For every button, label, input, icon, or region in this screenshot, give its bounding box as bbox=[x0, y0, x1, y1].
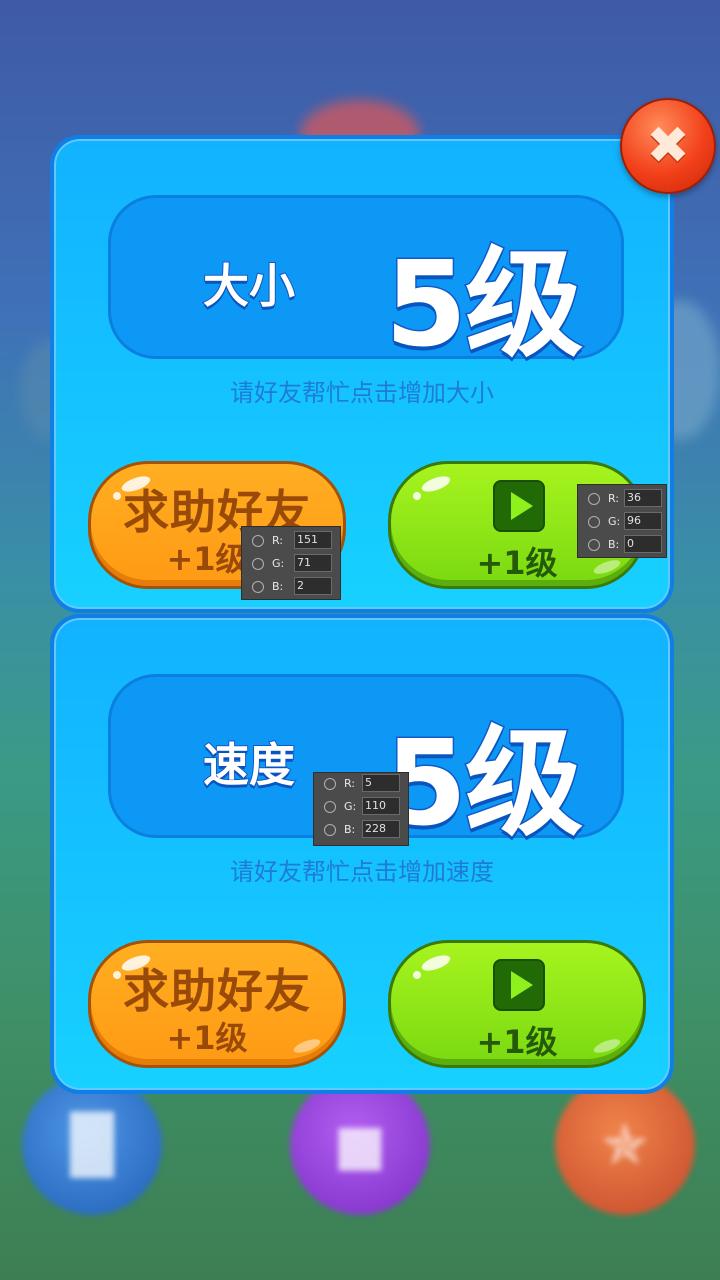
gloss-highlight bbox=[411, 969, 423, 981]
radio-icon[interactable] bbox=[324, 778, 336, 790]
speed-help-friend-button[interactable]: 求助好友 +1级 bbox=[88, 940, 346, 1068]
share-icon: ✯ bbox=[601, 1112, 649, 1178]
gloss-highlight bbox=[419, 952, 453, 974]
size-hint: 请好友帮忙点击增加大小 bbox=[230, 379, 494, 407]
picker-row-r: R: 5 bbox=[314, 774, 412, 794]
picker-value-g[interactable]: 96 bbox=[624, 512, 662, 530]
picker-label: G: bbox=[272, 557, 285, 570]
picker-row-g: G: 71 bbox=[242, 554, 340, 574]
picker-row-g: G: 96 bbox=[578, 512, 676, 532]
video-button-level: +1级 bbox=[476, 1023, 558, 1061]
color-picker-overlay: R: 36 G: 96 B: 0 bbox=[577, 484, 667, 558]
radio-icon[interactable] bbox=[588, 493, 600, 505]
picker-label: R: bbox=[344, 777, 356, 790]
picker-row-b: B: 228 bbox=[314, 820, 412, 840]
radio-icon[interactable] bbox=[252, 558, 264, 570]
picker-value-b[interactable]: 0 bbox=[624, 535, 662, 553]
picker-row-r: R: 151 bbox=[242, 531, 340, 551]
picker-value-g[interactable]: 71 bbox=[294, 554, 332, 572]
picker-row-b: B: 0 bbox=[578, 535, 676, 555]
picker-value-r[interactable]: 151 bbox=[294, 531, 332, 549]
picker-label: G: bbox=[608, 515, 621, 528]
color-picker-overlay: R: 5 G: 110 B: 228 bbox=[313, 772, 409, 846]
picker-value-r[interactable]: 5 bbox=[362, 774, 400, 792]
size-stat-name: 大小 bbox=[202, 258, 296, 314]
picker-value-b[interactable]: 2 bbox=[294, 577, 332, 595]
radio-icon[interactable] bbox=[252, 581, 264, 593]
color-picker-overlay: R: 151 G: 71 B: 2 bbox=[241, 526, 341, 600]
rank-button[interactable]: █ bbox=[22, 1075, 162, 1215]
rank-icon: █ bbox=[70, 1112, 114, 1178]
picker-label: G: bbox=[344, 800, 357, 813]
picker-row-g: G: 110 bbox=[314, 797, 412, 817]
picker-row-r: R: 36 bbox=[578, 489, 676, 509]
play-icon bbox=[493, 959, 545, 1011]
radio-icon[interactable] bbox=[324, 801, 336, 813]
help-button-label: 求助好友 bbox=[123, 964, 311, 1018]
gloss-highlight bbox=[411, 490, 423, 502]
shirt-icon: ■ bbox=[333, 1112, 387, 1178]
picker-value-r[interactable]: 36 bbox=[624, 489, 662, 507]
picker-label: B: bbox=[272, 580, 284, 593]
speed-level: 5级 bbox=[383, 713, 584, 854]
help-button-level: +1级 bbox=[166, 1019, 248, 1057]
skin-button[interactable]: ■ bbox=[290, 1075, 430, 1215]
picker-label: R: bbox=[272, 534, 284, 547]
picker-value-g[interactable]: 110 bbox=[362, 797, 400, 815]
radio-icon[interactable] bbox=[588, 539, 600, 551]
close-button[interactable]: ✖ bbox=[620, 98, 716, 194]
radio-icon[interactable] bbox=[588, 516, 600, 528]
gloss-highlight bbox=[419, 473, 453, 495]
picker-value-b[interactable]: 228 bbox=[362, 820, 400, 838]
picker-label: R: bbox=[608, 492, 620, 505]
picker-row-b: B: 2 bbox=[242, 577, 340, 597]
size-level: 5级 bbox=[383, 234, 584, 375]
speed-watch-video-button[interactable]: +1级 bbox=[388, 940, 646, 1068]
speed-stat-name: 速度 bbox=[202, 737, 296, 793]
radio-icon[interactable] bbox=[252, 535, 264, 547]
speed-hint: 请好友帮忙点击增加速度 bbox=[230, 858, 494, 886]
radio-icon[interactable] bbox=[324, 824, 336, 836]
picker-label: B: bbox=[608, 538, 620, 551]
share-button[interactable]: ✯ bbox=[555, 1075, 695, 1215]
speed-upgrade-panel: 速度 5级 请好友帮忙点击增加速度 求助好友 +1级 +1级 bbox=[50, 614, 674, 1094]
size-stat-box: 大小 5级 bbox=[108, 195, 624, 375]
close-icon: ✖ bbox=[646, 116, 690, 176]
play-icon bbox=[493, 480, 545, 532]
picker-label: B: bbox=[344, 823, 356, 836]
